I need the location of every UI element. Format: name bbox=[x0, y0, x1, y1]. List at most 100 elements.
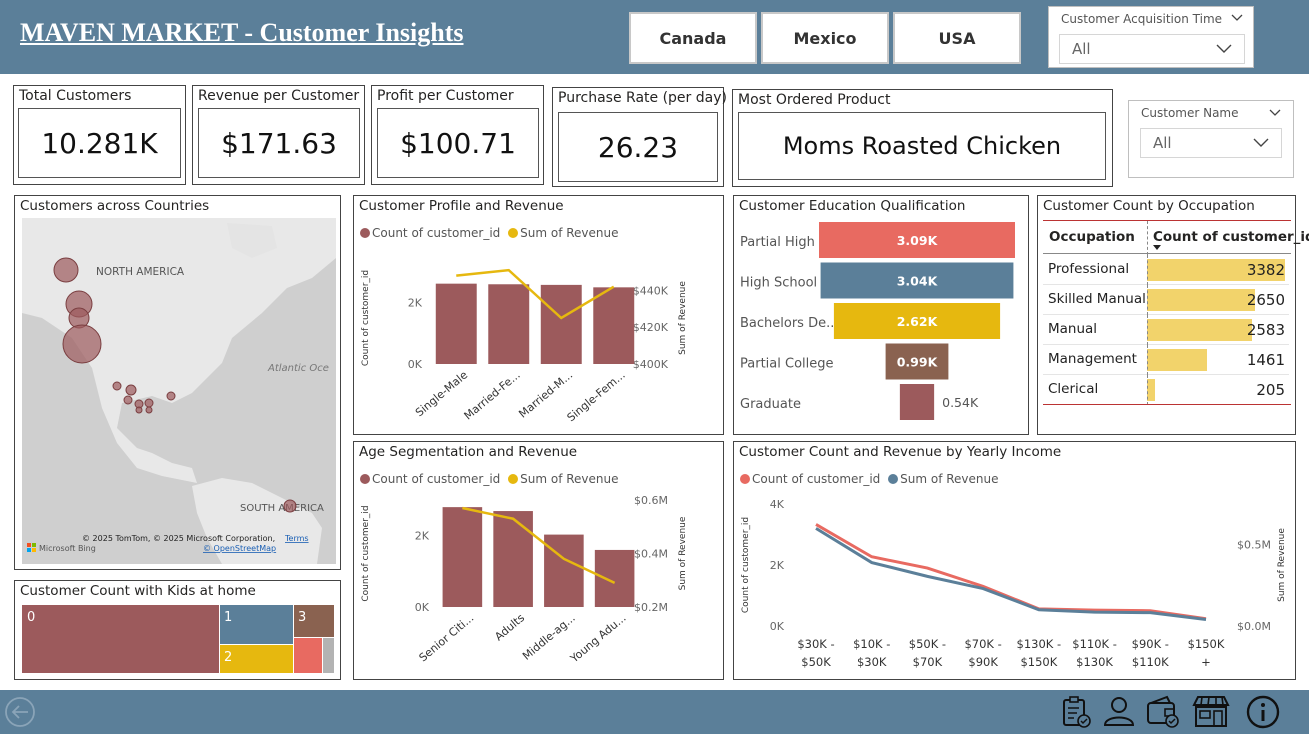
x-tick-label: Married-Fe... bbox=[462, 368, 523, 422]
data-bar bbox=[1147, 379, 1156, 401]
map-bubble[interactable] bbox=[125, 384, 137, 396]
table-row[interactable]: Skilled Manual 2650 bbox=[1043, 285, 1289, 315]
customer-name-slicer[interactable]: Customer Name All bbox=[1128, 100, 1294, 178]
x-tick-label: $10K - bbox=[853, 637, 890, 651]
x-tick-label: $30K - bbox=[797, 637, 834, 651]
x-tick-label: Senior Citi... bbox=[417, 611, 477, 664]
slicer-chevron-icon[interactable] bbox=[1231, 14, 1243, 22]
category-label: Bachelors De... bbox=[740, 316, 839, 331]
profile-chart: 0K 2K $400K $420K $440K Count of customer_id S… bbox=[361, 268, 688, 424]
data-bar bbox=[1147, 289, 1256, 311]
treemap-tile[interactable]: 1 bbox=[220, 605, 293, 644]
card-value: $100.71 bbox=[377, 108, 539, 178]
x-tick-label: $30K bbox=[857, 655, 887, 669]
legend-label: Count of customer_id bbox=[372, 472, 501, 486]
category-label: Graduate bbox=[740, 397, 801, 412]
y2-axis-title: Sum of Revenue bbox=[1277, 528, 1287, 602]
treemap-tile[interactable]: 0 bbox=[22, 605, 219, 673]
y-axis-title: Count of customer_id bbox=[361, 505, 371, 601]
card-label: Profit per Customer bbox=[377, 88, 514, 104]
slicer-chevron-icon[interactable] bbox=[1269, 109, 1281, 117]
column-header-count[interactable]: Count of customer_id bbox=[1153, 229, 1309, 245]
revenue-line bbox=[462, 506, 616, 585]
treemap-tile[interactable]: 3 bbox=[294, 605, 334, 637]
column-header-occupation[interactable]: Occupation bbox=[1049, 229, 1135, 245]
column-divider bbox=[1147, 315, 1148, 345]
column-divider bbox=[1147, 221, 1148, 255]
x-tick-label: $70K bbox=[913, 655, 943, 669]
x-tick-label: Adults bbox=[492, 611, 527, 643]
occupation-name: Professional bbox=[1048, 261, 1130, 277]
country-button-usa[interactable]: USA bbox=[893, 12, 1021, 64]
wallet-check-icon[interactable] bbox=[1145, 695, 1181, 729]
map-bubble[interactable] bbox=[53, 257, 79, 283]
country-button-mexico[interactable]: Mexico bbox=[761, 12, 889, 64]
table-row[interactable]: Management 1461 bbox=[1043, 345, 1289, 375]
map-osm-link[interactable]: © OpenStreetMap bbox=[203, 544, 276, 553]
map-bubble[interactable] bbox=[62, 324, 102, 364]
column-divider bbox=[1147, 285, 1148, 315]
bar bbox=[544, 534, 584, 607]
card-value: 10.281K bbox=[18, 108, 181, 178]
treemap-tile[interactable] bbox=[294, 638, 322, 673]
acquisition-time-value: All bbox=[1072, 40, 1091, 58]
map-bubble[interactable] bbox=[283, 499, 297, 513]
sort-desc-icon[interactable] bbox=[1153, 245, 1161, 251]
bar bbox=[493, 511, 533, 607]
info-icon[interactable] bbox=[1246, 695, 1280, 729]
y2-tick-label: $0.0M bbox=[1237, 620, 1271, 633]
chart-legend: Count of customer_id Sum of Revenue bbox=[360, 226, 619, 240]
occupation-name: Management bbox=[1048, 351, 1137, 367]
occupation-table: Occupation Count of customer_id Professi… bbox=[1043, 220, 1309, 432]
x-tick-label: $130K bbox=[1076, 655, 1113, 669]
customers-map[interactable]: NORTH AMERICA Atlantic Oce SOUTH AMERICA… bbox=[22, 218, 336, 564]
legend-dot bbox=[360, 474, 370, 484]
category-label: High School bbox=[740, 276, 817, 291]
store-icon[interactable] bbox=[1191, 695, 1231, 729]
treemap-tile[interactable] bbox=[323, 638, 334, 673]
map-bubble[interactable] bbox=[144, 398, 154, 408]
treemap-tile[interactable]: 2 bbox=[220, 645, 293, 673]
map-terms-link[interactable]: Terms bbox=[284, 534, 309, 543]
x-tick-label: $50K - bbox=[909, 637, 946, 651]
income-chart: 0K 2K 4K $0.0M $0.5M Count of customer_id Sum … bbox=[741, 498, 1287, 669]
column-divider bbox=[1147, 375, 1148, 405]
occupation-name: Skilled Manual bbox=[1048, 291, 1146, 307]
revenue-line bbox=[456, 268, 615, 320]
x-tick-label: $90K - bbox=[1132, 637, 1169, 651]
customer-name-dropdown[interactable]: All bbox=[1140, 128, 1282, 158]
table-row[interactable]: Clerical 205 bbox=[1043, 375, 1289, 405]
country-button-canada[interactable]: Canada bbox=[629, 12, 757, 64]
legend-dot bbox=[508, 474, 519, 484]
card-value: $171.63 bbox=[198, 108, 360, 178]
table-row[interactable]: Professional 3382 bbox=[1043, 255, 1289, 285]
x-tick-label: $110K - bbox=[1072, 637, 1117, 651]
clipboard-report-icon[interactable] bbox=[1060, 695, 1092, 729]
legend-label: Count of customer_id bbox=[372, 226, 501, 240]
map-bubble[interactable] bbox=[123, 395, 133, 405]
table-row[interactable]: Manual 2583 bbox=[1043, 315, 1289, 345]
data-bar bbox=[1147, 319, 1253, 341]
customer-name-value: All bbox=[1153, 134, 1172, 152]
customer-profile-icon[interactable] bbox=[1102, 695, 1136, 727]
income-chart-panel: Customer Count and Revenue by Yearly Inc… bbox=[733, 441, 1296, 680]
map-bubble[interactable] bbox=[135, 406, 143, 414]
age-chart: 0K 2K $0.2M $0.4M $0.6M Count of customer_id S… bbox=[361, 494, 688, 666]
map-bubble[interactable] bbox=[145, 406, 153, 414]
map-bubble[interactable] bbox=[166, 391, 176, 401]
acquisition-time-slicer[interactable]: Customer Acquisition Time All bbox=[1048, 6, 1254, 68]
x-tick-label: $150K bbox=[1188, 637, 1225, 651]
x-tick-label: Single-Fem... bbox=[565, 368, 628, 424]
bar bbox=[442, 507, 483, 607]
panel-title: Customers across Countries bbox=[20, 198, 210, 214]
back-arrow-icon[interactable] bbox=[4, 696, 36, 728]
y2-tick-label: $440K bbox=[633, 284, 669, 297]
table-header: Occupation Count of customer_id bbox=[1043, 220, 1309, 255]
x-tick-label: $70K - bbox=[964, 637, 1001, 651]
acquisition-time-dropdown[interactable]: All bbox=[1059, 34, 1245, 64]
funnel-bar bbox=[899, 384, 935, 420]
chart-legend: Count of customer_id Sum of Revenue bbox=[740, 472, 999, 486]
map-bubble[interactable] bbox=[112, 381, 122, 391]
y-tick-label: 0K bbox=[770, 620, 785, 633]
bar bbox=[540, 284, 582, 364]
